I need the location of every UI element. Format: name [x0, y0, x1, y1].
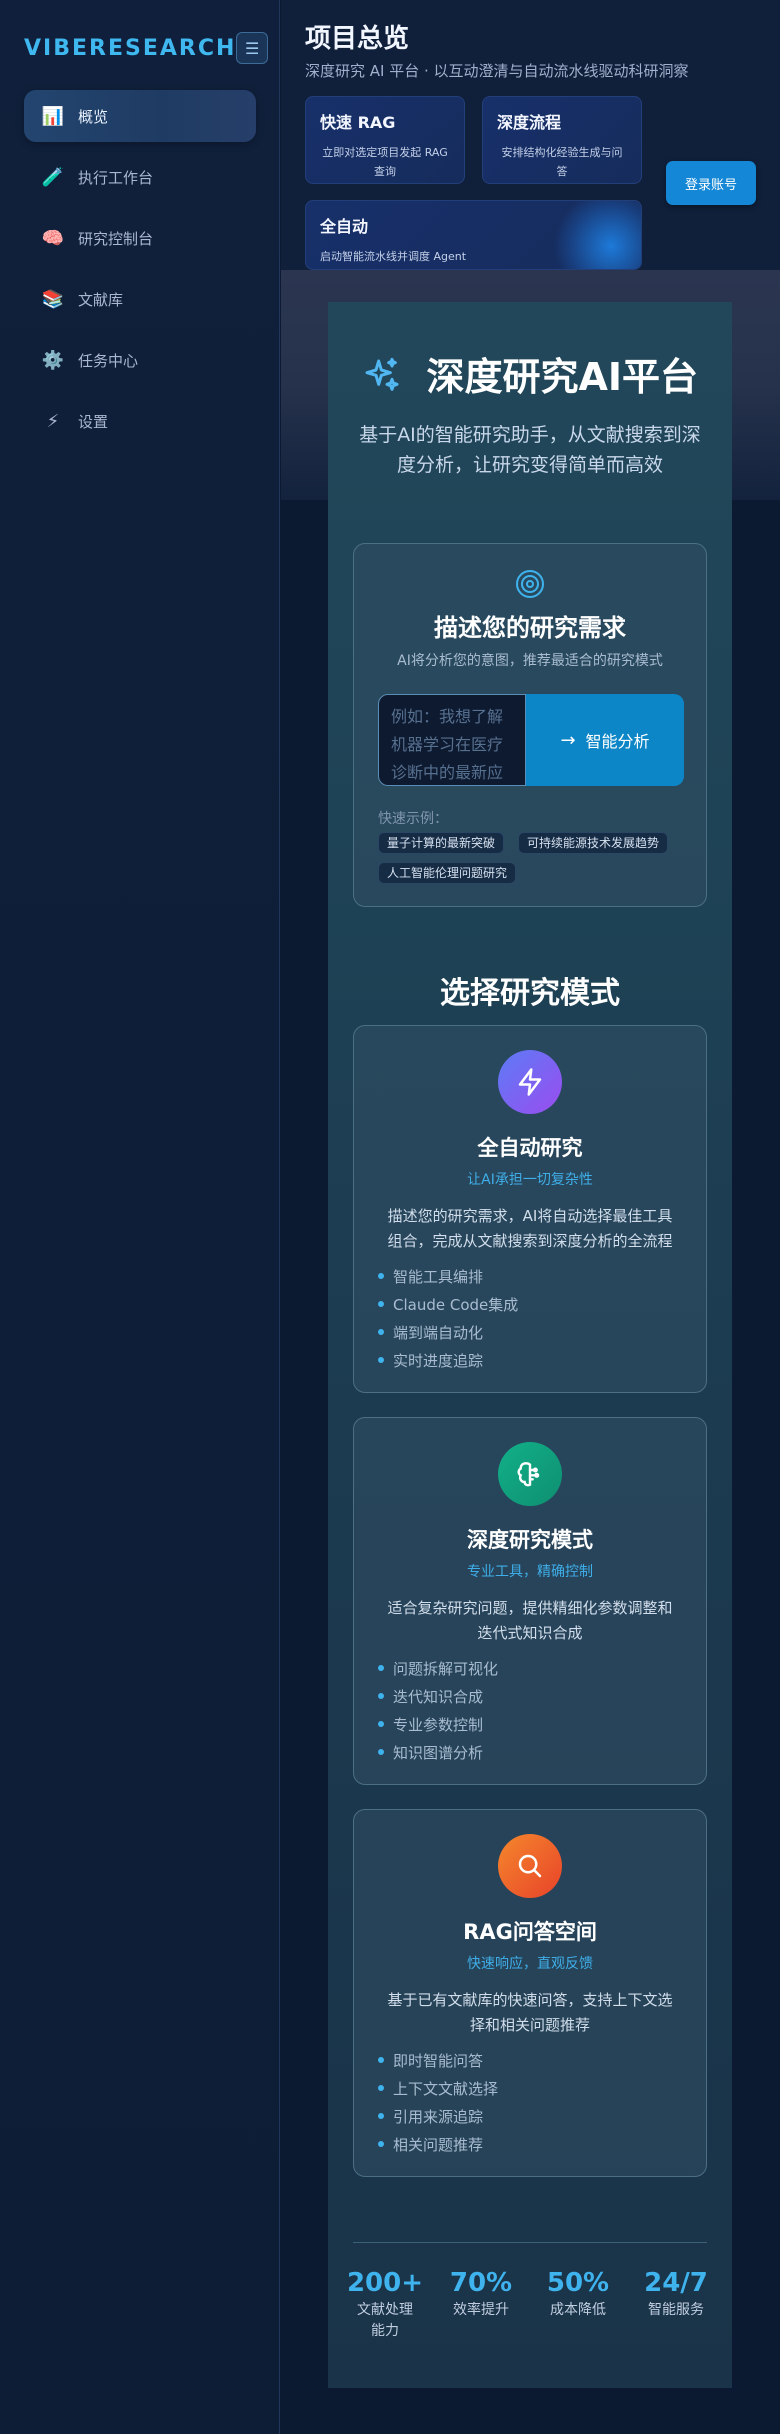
sidebar-item-label: 执行工作台 [78, 168, 154, 187]
mode-tagline: 让AI承担一切复杂性 [467, 1172, 593, 1188]
sidebar-item-label: 任务中心 [78, 351, 139, 370]
gear-icon: ⚙️ [41, 349, 65, 371]
example-chip[interactable]: 人工智能伦理问题研究 [378, 862, 517, 884]
feature-item: Claude Code集成 [378, 1294, 518, 1315]
test-tube-icon: 🧪 [41, 166, 65, 188]
mode-title: 全自动研究 [477, 1136, 583, 1160]
quick-card-desc: 安排结构化经验生成与问答 [501, 146, 623, 178]
feature-item: 引用来源追踪 [378, 2106, 483, 2127]
chart-icon: 📊 [41, 105, 65, 127]
feature-item: 问题拆解可视化 [378, 1658, 498, 1679]
sidebar-item-tasks[interactable]: ⚙️ 任务中心 [24, 334, 256, 386]
search-icon [498, 1834, 562, 1898]
quick-card-deep[interactable]: 深度流程 安排结构化经验生成与问答 [482, 96, 642, 184]
mode-card-rag[interactable]: RAG问答空间 快速响应，直观反馈 基于已有文献库的快速问答，支持上下文选择和相… [353, 1809, 707, 2177]
mode-description: 基于已有文献库的快速问答，支持上下文选择和相关问题推荐 [387, 1991, 673, 2034]
page-title: 项目总览 [305, 24, 410, 54]
hero-description: 基于AI的智能研究助手，从文献搜索到深度分析，让研究变得简单而高效 [359, 424, 701, 476]
sparkles-icon [362, 357, 415, 399]
stat-value: 200+ [346, 2268, 424, 2298]
stat-label: 成本降低 [550, 2302, 606, 2318]
feature-item: 迭代知识合成 [378, 1686, 483, 1707]
sidebar-item-label: 设置 [78, 412, 109, 431]
quick-card-rag[interactable]: 快速 RAG 立即对选定项目发起 RAG 查询 [305, 96, 465, 184]
sidebar-item-label: 文献库 [78, 290, 124, 309]
sidebar-item-workbench[interactable]: 🧪 执行工作台 [24, 151, 256, 203]
request-subtitle: AI将分析您的意图，推荐最适合的研究模式 [397, 653, 663, 669]
feature-item: 端到端自动化 [378, 1322, 483, 1343]
stat-label: 效率提升 [453, 2302, 509, 2318]
sidebar-item-label: 概览 [78, 107, 109, 126]
quick-card-desc: 立即对选定项目发起 RAG 查询 [322, 146, 448, 178]
mode-tagline: 专业工具，精确控制 [467, 1564, 593, 1580]
mode-tagline: 快速响应，直观反馈 [467, 1956, 593, 1972]
sidebar-item-overview[interactable]: 📊 概览 [24, 90, 256, 142]
hero-title: 深度研究AI平台 [328, 346, 732, 401]
feature-item: 即时智能问答 [378, 2050, 483, 2071]
research-request-card: 描述您的研究需求 AI将分析您的意图，推荐最适合的研究模式 例如：我想了解机器学… [353, 543, 707, 907]
lightning-icon: ⚡ [46, 410, 60, 432]
quick-card-title: 全自动 [320, 217, 369, 236]
brain-icon: 🧠 [41, 227, 65, 249]
analyze-label: 智能分析 [585, 732, 650, 751]
sidebar-item-console[interactable]: 🧠 研究控制台 [24, 212, 256, 264]
stat-item: 24/7 智能服务 [634, 2268, 718, 2321]
feature-item: 知识图谱分析 [378, 1742, 483, 1763]
books-icon: 📚 [41, 288, 65, 310]
feature-item: 智能工具编排 [378, 1266, 483, 1287]
stat-item: 50% 成本降低 [536, 2268, 620, 2321]
sidebar-nav: 📊 概览 🧪 执行工作台 🧠 研究控制台 📚 文献库 ⚙️ 任务中心 ⚡ 设置 [24, 90, 256, 456]
stat-item: 70% 效率提升 [440, 2268, 522, 2321]
quick-card-desc: 启动智能流水线并调度 Agent [320, 250, 467, 263]
example-chip[interactable]: 可持续能源技术发展趋势 [518, 832, 669, 854]
target-icon [515, 569, 545, 599]
stat-value: 70% [449, 2268, 513, 2298]
hero-title-text: 深度研究AI平台 [426, 355, 699, 399]
stat-value: 50% [546, 2268, 610, 2298]
smart-analyze-button[interactable]: → 智能分析 [526, 694, 684, 786]
arrow-right-icon: → [560, 729, 576, 751]
modes-section-title: 选择研究模式 [440, 976, 620, 1011]
feature-item: 实时进度追踪 [378, 1350, 483, 1371]
example-chip[interactable]: 量子计算的最新突破 [378, 832, 505, 854]
login-button[interactable]: 登录账号 [666, 161, 756, 205]
feature-item: 相关问题推荐 [378, 2134, 483, 2155]
request-title: 描述您的研究需求 [434, 614, 626, 642]
brain-icon [498, 1442, 562, 1506]
mode-title: 深度研究模式 [467, 1528, 593, 1552]
mode-card-deep[interactable]: 深度研究模式 专业工具，精确控制 适合复杂研究问题，提供精细化参数调整和迭代式知… [353, 1417, 707, 1785]
stat-item: 200+ 文献处理能力 [345, 2268, 425, 2342]
stat-value: 24/7 [644, 2268, 708, 2298]
lightning-icon [498, 1050, 562, 1114]
sidebar-item-settings[interactable]: ⚡ 设置 [24, 395, 256, 447]
sidebar-item-label: 研究控制台 [78, 229, 154, 248]
research-query-input[interactable]: 例如：我想了解机器学习在医疗诊断中的最新应用 [378, 694, 526, 786]
brand-logo[interactable]: VIBERESEARCH [24, 36, 236, 61]
sidebar-item-library[interactable]: 📚 文献库 [24, 273, 256, 325]
mode-title: RAG问答空间 [463, 1920, 597, 1944]
quick-card-title: 深度流程 [497, 113, 562, 132]
quick-card-auto[interactable]: 全自动 启动智能流水线并调度 Agent [305, 200, 642, 270]
feature-item: 专业参数控制 [378, 1714, 483, 1735]
brand-row: VIBERESEARCH ☰ [24, 30, 268, 66]
feature-item: 上下文文献选择 [378, 2078, 498, 2099]
stats-divider [353, 2242, 707, 2243]
sidebar: VIBERESEARCH ☰ 📊 概览 🧪 执行工作台 🧠 研究控制台 📚 文献… [0, 0, 280, 2434]
quick-card-title: 快速 RAG [320, 113, 396, 132]
mode-description: 描述您的研究需求，AI将自动选择最佳工具组合，完成从文献搜索到深度分析的全流程 [387, 1207, 673, 1250]
collapse-sidebar-button[interactable]: ☰ [236, 32, 268, 64]
mode-description: 适合复杂研究问题，提供精细化参数调整和迭代式知识合成 [387, 1599, 673, 1642]
stat-label: 智能服务 [648, 2302, 704, 2318]
mode-card-auto[interactable]: 全自动研究 让AI承担一切复杂性 描述您的研究需求，AI将自动选择最佳工具组合，… [353, 1025, 707, 1393]
quick-examples-label: 快速示例： [378, 811, 448, 827]
stat-label: 文献处理能力 [357, 2302, 413, 2339]
page-subtitle: 深度研究 AI 平台 · 以互动澄清与自动流水线驱动科研洞察 [305, 62, 689, 80]
